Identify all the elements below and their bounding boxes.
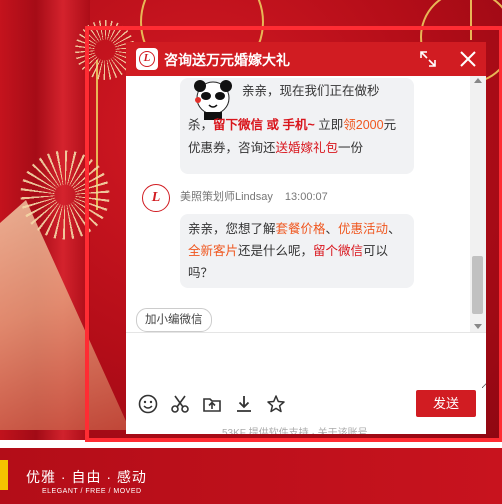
agent-text: 、 <box>388 222 401 236</box>
agent-message-bubble: 亲亲，您想了解套餐价格、优惠活动、 全新客片还是什么呢，留个微信可以 吗？ <box>180 214 414 288</box>
download-icon[interactable] <box>233 393 255 415</box>
agent-avatar: L <box>142 184 170 212</box>
agent-line-3: 吗？ <box>188 266 214 280</box>
promo-highlight-amount: 领2000 <box>343 118 384 132</box>
footer-slogan-english: ELEGANT / FREE / MOVED <box>42 488 142 495</box>
link-new-samples[interactable]: 全新客片 <box>188 244 238 258</box>
logo-icon: L <box>136 48 158 70</box>
footer-accent <box>0 460 8 490</box>
agent-text: 还是什么呢， <box>238 244 314 258</box>
link-package-price[interactable]: 套餐价格 <box>276 222 326 236</box>
quick-reply-add-wechat[interactable]: 加小编微信 <box>136 308 212 332</box>
promo-line-1: 亲亲，现在我们正在做秒 <box>242 84 380 98</box>
agent-line-1: 亲亲，您想了解套餐价格、优惠活动、 <box>188 218 401 241</box>
message-time: 13:00:07 <box>284 191 328 203</box>
emoji-icon[interactable] <box>137 393 159 415</box>
promo-highlight-contact: 留下微信 或 手机~ <box>213 118 315 132</box>
promo-message-bubble: 亲亲，现在我们正在做秒 杀，留下微信 或 手机~ 立即领2000元 优惠券，咨询… <box>180 78 414 174</box>
link-promotions[interactable]: 优惠活动 <box>338 222 388 236</box>
powered-by-text: 53KF 提供软件支持 · 关于该账号 <box>222 428 368 434</box>
agent-text: 亲亲，您想了解 <box>188 222 276 236</box>
promo-text: 优惠券，咨询还 <box>188 141 276 155</box>
agent-meta: 美照策划师Lindsay 13:00:07 <box>180 188 328 204</box>
agent-name: 美照策划师Lindsay <box>180 191 273 203</box>
scissors-icon[interactable] <box>169 393 191 415</box>
promo-text: 一份 <box>338 141 364 155</box>
agent-line-2: 全新客片还是什么呢，留个微信可以 <box>188 240 388 263</box>
chat-header: L 咨询送万元婚嫁大礼 <box>126 42 486 76</box>
agent-text: 、 <box>325 222 339 236</box>
promo-text: 杀， <box>188 118 214 132</box>
star-icon[interactable] <box>265 393 287 415</box>
message-list[interactable]: 亲亲，现在我们正在做秒 杀，留下微信 或 手机~ 立即领2000元 优惠券，咨询… <box>126 76 486 332</box>
promo-highlight-gift: 送婚嫁礼包 <box>275 141 339 155</box>
promo-text: 元 <box>383 118 397 132</box>
scroll-down-arrow-icon[interactable] <box>474 324 482 329</box>
promo-line-2: 杀，留下微信 或 手机~ 立即领2000元 <box>188 114 396 137</box>
logo-letter: L <box>139 51 155 67</box>
message-input[interactable] <box>126 333 486 389</box>
scrollbar[interactable] <box>470 76 486 332</box>
agent-text: 可以 <box>363 244 389 258</box>
expand-icon[interactable] <box>416 47 440 71</box>
send-button[interactable]: 发送 <box>416 390 476 417</box>
scrollbar-thumb[interactable] <box>472 256 483 314</box>
promo-line-3: 优惠券，咨询还送婚嫁礼包一份 <box>188 137 363 160</box>
footer-slogan: 优雅 · 自由 · 感动 <box>26 469 147 485</box>
close-icon[interactable] <box>456 47 480 71</box>
promo-text: 立即 <box>314 118 344 132</box>
folder-upload-icon[interactable] <box>201 393 223 415</box>
scroll-up-arrow-icon[interactable] <box>474 78 482 83</box>
chat-title: 咨询送万元婚嫁大礼 <box>164 52 290 68</box>
chat-window: L 咨询送万元婚嫁大礼 亲亲，现在我们正在做秒 杀，留下微信 或 手机~ 立即领… <box>126 42 486 434</box>
link-leave-wechat[interactable]: 留个微信 <box>313 244 363 258</box>
